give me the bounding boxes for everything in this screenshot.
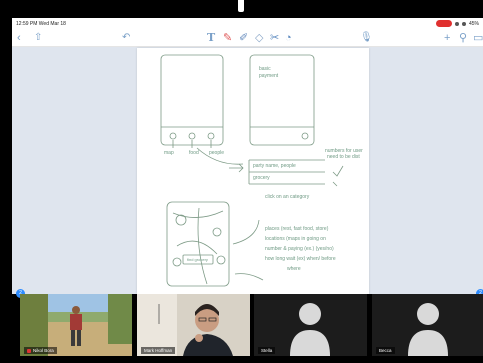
- search-icon[interactable]: ⚲: [459, 30, 467, 46]
- note-page[interactable]: basic payment map food people party name…: [137, 48, 369, 294]
- sketch-note-3: click on an category: [265, 194, 310, 200]
- share-icon[interactable]: ⇧: [34, 30, 42, 46]
- sketch-lower-note-2: locations (maps in going on: [265, 236, 326, 242]
- mic-icon[interactable]: 🎙: [360, 30, 373, 46]
- shared-ipad-screen: 12:59 PM Wed Mar 18 45% ‹ ⇧ ↶ T ✎ ✐ ◇ ✂ …: [12, 18, 483, 294]
- shapes-icon[interactable]: ◔: [285, 30, 292, 46]
- wifi-icon: [454, 21, 459, 26]
- back-chevron-icon[interactable]: ‹: [17, 30, 21, 46]
- status-bar: 12:59 PM Wed Mar 18 45%: [12, 18, 483, 29]
- status-right: 45%: [435, 20, 479, 27]
- mic-muted-icon: [27, 348, 31, 353]
- sketch-lower-note-5: where: [287, 266, 301, 272]
- pen-icon[interactable]: ✎: [223, 30, 232, 46]
- participant-name-2: Mark Hoffman: [141, 347, 176, 354]
- sketch-phone-1: [160, 54, 224, 146]
- participant-tile-1[interactable]: Nikol Bora: [20, 294, 132, 356]
- undo-icon[interactable]: ↶: [122, 30, 130, 46]
- participant-name-1: Nikol Bora: [24, 347, 57, 354]
- pages-icon[interactable]: ▭: [473, 30, 483, 46]
- sketch-list-label-2: grocery: [253, 175, 270, 181]
- sketch-note-2: need to be dist: [327, 154, 360, 160]
- status-time: 12:59 PM Wed Mar 18: [16, 21, 66, 27]
- text-tool-icon[interactable]: T: [207, 30, 215, 46]
- sketch-nav-label-map: map: [164, 150, 174, 156]
- sketch-nav-label-food: food: [189, 150, 199, 156]
- location-icon: [461, 21, 466, 26]
- highlighter-icon[interactable]: ✐: [239, 30, 248, 46]
- sketch-lower-note-4: how long wait (ex) when/ before: [265, 256, 336, 262]
- participant-name-4: Becca: [376, 347, 395, 354]
- sketch-list-label-1: party name, people: [253, 163, 296, 169]
- participant-name-3: Stella: [258, 347, 276, 354]
- sketch-drawing: basic payment map food people party name…: [160, 54, 363, 287]
- sketch-map-button: find grocery: [187, 257, 208, 262]
- participant-tile-2[interactable]: Mark Hoffman: [137, 294, 250, 356]
- participant-gallery: 2 2 Nikol Bora Mark Hoffman Stella Becca: [0, 289, 483, 363]
- participant-tile-3[interactable]: Stella: [254, 294, 367, 356]
- participant-tile-4[interactable]: Becca: [372, 294, 483, 356]
- camera-notch: [238, 0, 244, 12]
- add-page-icon[interactable]: +: [444, 30, 450, 46]
- sketch-screen2-text-1: basic: [259, 66, 271, 72]
- lasso-icon[interactable]: ✂: [270, 30, 279, 46]
- zoom-top-bar: [0, 0, 483, 18]
- sketch-lower-note-3: number & paying (ex.) (yes/no): [265, 246, 334, 252]
- eraser-icon[interactable]: ◇: [255, 30, 263, 46]
- sketch-screen2-text-2: payment: [259, 73, 279, 79]
- sketch-nav-label-people: people: [209, 150, 224, 156]
- sketch-lower-note-1: places (rest, fast food, store): [265, 226, 329, 232]
- recording-indicator: [435, 20, 452, 27]
- notes-toolbar: ‹ ⇧ ↶ T ✎ ✐ ◇ ✂ ◔ 🎙 + ⚲ ▭: [12, 29, 483, 47]
- battery-percent: 45%: [468, 20, 479, 27]
